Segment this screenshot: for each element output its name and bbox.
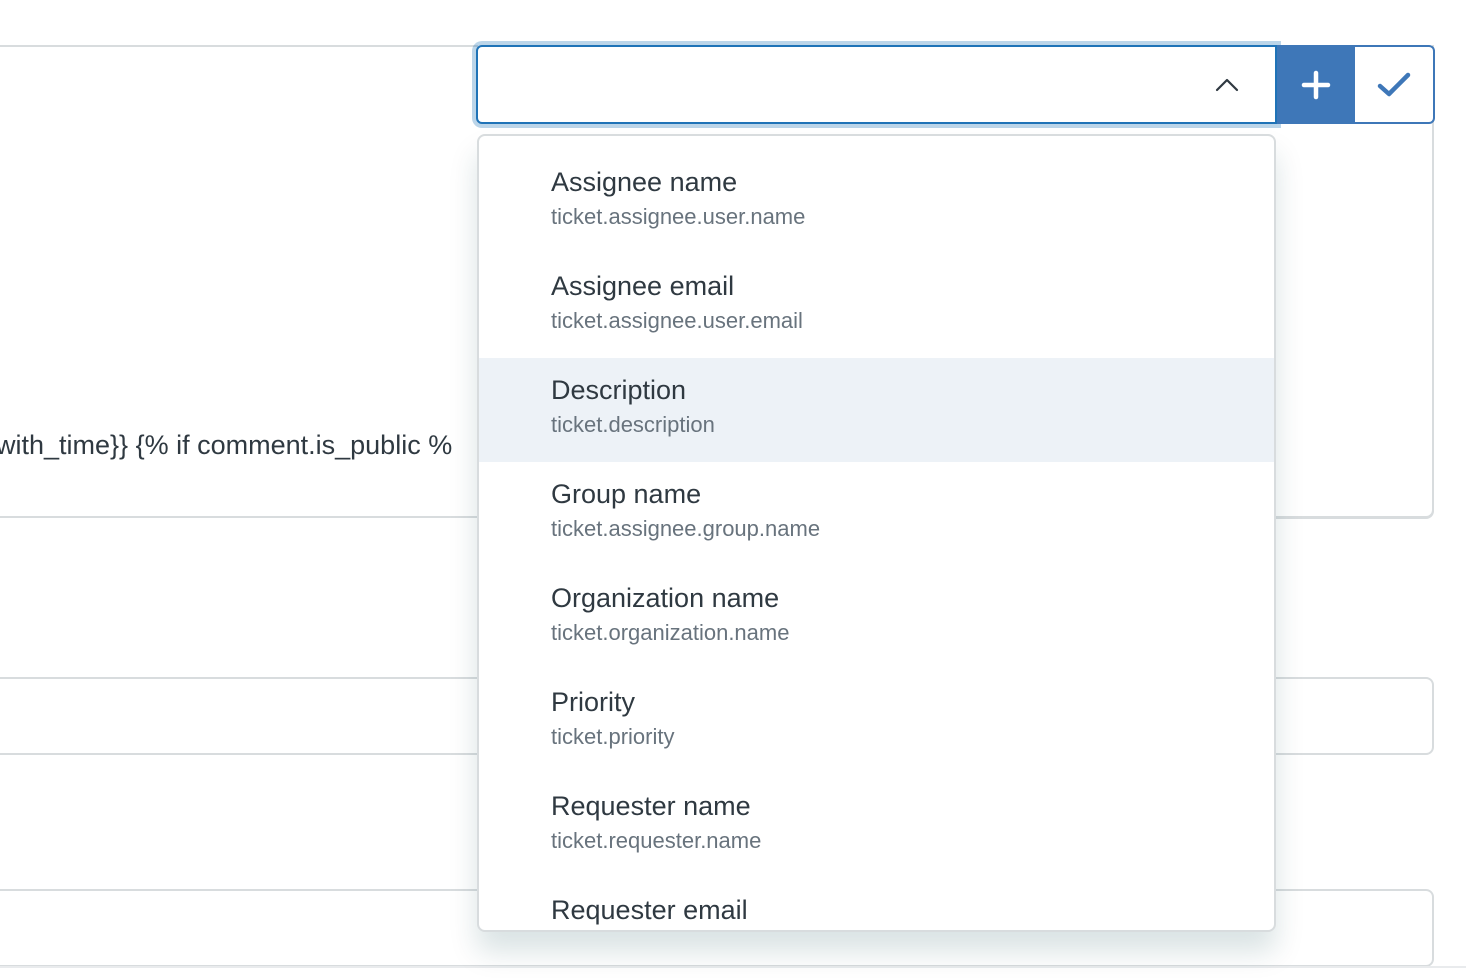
- confirm-button[interactable]: [1355, 45, 1435, 124]
- menu-item[interactable]: Requester name ticket.requester.name: [479, 774, 1274, 878]
- body-textarea-edge: [1274, 123, 1434, 519]
- menu-list: Assignee name ticket.assignee.user.name As…: [479, 136, 1274, 930]
- menu-item[interactable]: Group name ticket.assignee.group.name: [479, 462, 1274, 566]
- menu-item-label: Description: [551, 375, 687, 405]
- menu-item[interactable]: Assignee name ticket.assignee.user.name: [479, 150, 1274, 254]
- menu-item-label: Organization name: [551, 583, 780, 613]
- menu-item-placeholder: ticket.assignee.group.name: [551, 516, 821, 541]
- menu-item-placeholder: ticket.description: [551, 412, 715, 437]
- menu-item-label: Priority: [551, 687, 636, 717]
- menu-item-label: Requester name: [551, 791, 751, 821]
- chevron-up-icon[interactable]: [1215, 77, 1239, 93]
- menu-item-label: Assignee email: [551, 271, 735, 301]
- menu-item-placeholder: ticket.requester.name: [551, 828, 762, 853]
- menu-item-placeholder: ticket.assignee.user.email: [551, 308, 803, 333]
- add-placeholder-button[interactable]: [1277, 45, 1355, 124]
- menu-item[interactable]: Priority ticket.priority: [479, 670, 1274, 774]
- checkmark-icon: [1377, 72, 1411, 96]
- plus-icon: [1301, 70, 1331, 99]
- placeholder-combobox[interactable]: [476, 45, 1277, 124]
- page: with_time}} {% if comment.is_public % As…: [0, 0, 1466, 978]
- menu-item-placeholder: ticket.priority: [551, 724, 675, 749]
- menu-item-label: Assignee name: [551, 167, 738, 197]
- menu-item-label: Group name: [551, 479, 702, 509]
- menu-item[interactable]: Description ticket.description: [479, 358, 1274, 462]
- placeholder-dropdown-menu: Assignee name ticket.assignee.user.name As…: [477, 134, 1276, 932]
- menu-item[interactable]: Requester email: [479, 878, 1274, 930]
- divider: [0, 966, 1466, 968]
- menu-item-label: Requester email: [551, 895, 748, 925]
- menu-item[interactable]: Organization name ticket.organization.nam…: [479, 566, 1274, 670]
- menu-item-placeholder: ticket.assignee.user.name: [551, 204, 806, 229]
- menu-item[interactable]: Assignee email ticket.assignee.user.email: [479, 254, 1274, 358]
- template-text: with_time}} {% if comment.is_public %: [0, 430, 453, 460]
- menu-item-placeholder: ticket.organization.name: [551, 620, 790, 645]
